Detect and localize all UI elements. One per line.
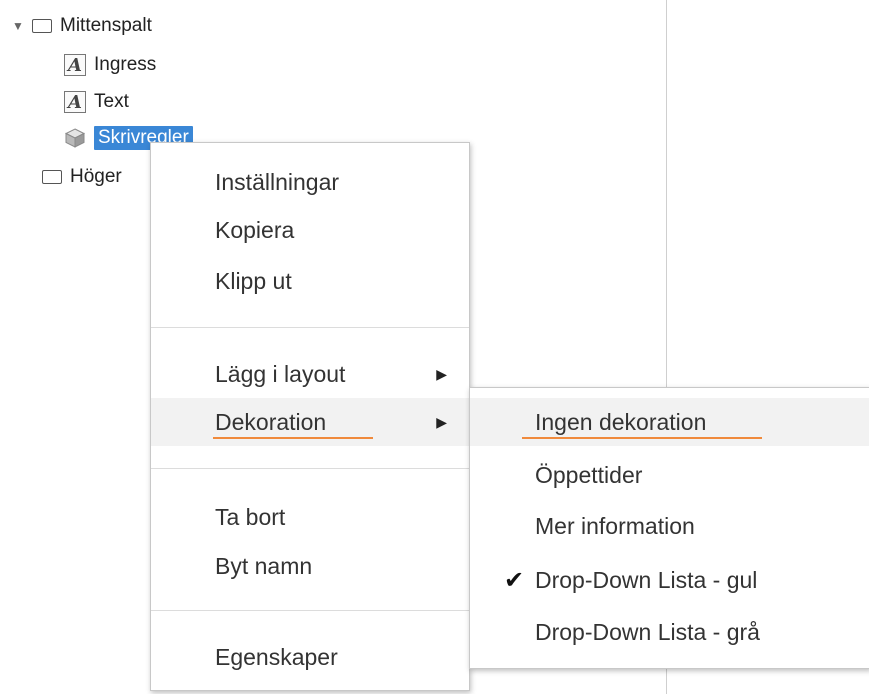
menu-item-label: Drop-Down Lista - grå	[535, 618, 760, 645]
submenu-item-drop-down-gra[interactable]: Drop-Down Lista - grå	[470, 608, 869, 656]
menu-item-label: Drop-Down Lista - gul	[535, 566, 758, 593]
text-block-icon: A	[64, 91, 86, 113]
menu-item-label: Dekoration	[215, 408, 327, 435]
decoration-submenu: Ingen dekoration Öppettider Mer informat…	[469, 387, 869, 669]
menu-item-klipp-ut[interactable]: Klipp ut	[151, 257, 469, 305]
menu-item-label: Öppettider	[535, 461, 643, 488]
accent-underline	[522, 437, 762, 439]
accent-underline	[213, 437, 373, 439]
submenu-item-drop-down-gul[interactable]: ✔ Drop-Down Lista - gul	[470, 556, 869, 604]
menu-item-byt-namn[interactable]: Byt namn	[151, 542, 469, 590]
menu-item-label: Egenskaper	[215, 643, 338, 670]
tree-node-mittenspalt[interactable]: ▼ Mittenspalt	[10, 12, 152, 40]
panel-icon	[32, 19, 52, 33]
menu-item-installningar[interactable]: Inställningar	[151, 158, 469, 206]
tree-label: Mittenspalt	[60, 15, 152, 36]
menu-item-label: Kopiera	[215, 216, 295, 243]
submenu-arrow-icon: ▶	[436, 413, 447, 430]
tree-node-ingress[interactable]: A Ingress	[64, 51, 156, 79]
checkmark-icon: ✔	[504, 566, 525, 594]
submenu-arrow-icon: ▶	[436, 365, 447, 382]
tree-label: Ingress	[94, 54, 157, 75]
tree-node-text[interactable]: A Text	[64, 88, 129, 116]
context-menu: Inställningar Kopiera Klipp ut Lägg i la…	[150, 142, 470, 691]
submenu-item-oppettider[interactable]: Öppettider	[470, 451, 869, 499]
text-block-icon: A	[64, 54, 86, 76]
submenu-item-mer-information[interactable]: Mer information	[470, 502, 869, 550]
panel-icon	[42, 170, 62, 184]
expand-arrow-icon[interactable]: ▼	[10, 19, 26, 33]
menu-item-label: Byt namn	[215, 552, 313, 579]
tree-label: Höger	[70, 166, 122, 187]
cube-icon	[64, 128, 86, 148]
menu-item-egenskaper[interactable]: Egenskaper	[151, 633, 469, 681]
menu-item-kopiera[interactable]: Kopiera	[151, 206, 469, 254]
menu-item-label: Mer information	[535, 512, 695, 539]
menu-item-label: Ingen dekoration	[535, 408, 707, 435]
menu-separator	[151, 468, 469, 469]
menu-separator	[151, 610, 469, 611]
tree-label: Text	[94, 91, 129, 112]
menu-separator	[151, 327, 469, 328]
menu-item-lagg-i-layout[interactable]: Lägg i layout ▶	[151, 350, 469, 398]
tree-node-hoger[interactable]: Höger	[42, 163, 122, 191]
menu-item-label: Ta bort	[215, 503, 286, 530]
menu-item-label: Klipp ut	[215, 267, 292, 294]
menu-item-label: Inställningar	[215, 168, 340, 195]
menu-item-label: Lägg i layout	[215, 360, 346, 387]
menu-item-ta-bort[interactable]: Ta bort	[151, 493, 469, 541]
